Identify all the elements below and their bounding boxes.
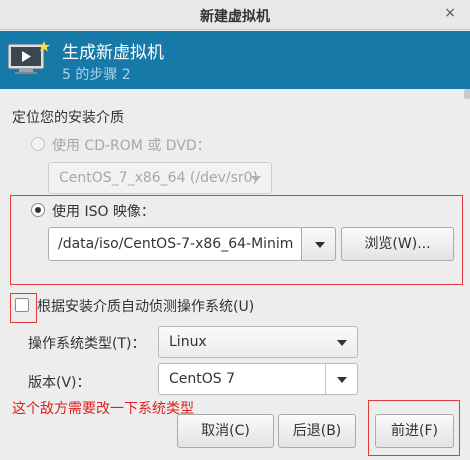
banner-step: 5 的步骤 2 <box>62 67 131 83</box>
forward-button[interactable]: 前进(F) <box>375 414 454 448</box>
os-type-label: 操作系统类型(T)： <box>28 336 146 352</box>
auto-detect-checkbox[interactable] <box>15 298 29 312</box>
auto-detect-label: 根据安装介质自动侦测操作系统(U) <box>37 299 255 315</box>
iso-radio[interactable] <box>31 203 45 217</box>
scrollbar[interactable] <box>464 89 470 99</box>
iso-radio-label: 使用 ISO 映像： <box>52 204 155 220</box>
chevron-down-icon <box>315 242 325 248</box>
cdrom-radio-label: 使用 CD-ROM 或 DVD： <box>52 138 211 154</box>
window-titlebar: 新建虚拟机 × <box>0 0 470 30</box>
os-type-value: Linux <box>169 334 207 350</box>
os-type-select[interactable]: Linux <box>158 326 358 358</box>
install-media-heading: 定位您的安装介质 <box>12 110 124 126</box>
chevron-down-icon <box>337 377 347 383</box>
close-icon[interactable]: × <box>444 5 456 21</box>
cdrom-device-select[interactable]: CentOS_7_x86_64 (/dev/sr0) <box>48 162 272 194</box>
banner-title: 生成新虚拟机 <box>62 43 164 63</box>
combo-separator <box>325 364 326 394</box>
cancel-button[interactable]: 取消(C) <box>177 414 274 448</box>
browse-button[interactable]: 浏览(W)... <box>341 227 454 261</box>
chevron-down-icon <box>337 340 347 346</box>
window-title: 新建虚拟机 <box>200 9 270 25</box>
os-version-value: CentOS 7 <box>169 371 236 387</box>
os-version-label: 版本(V)： <box>28 375 91 391</box>
annotation-text: 这个敌方需要改一下系统类型 <box>12 401 194 417</box>
cdrom-device-value: CentOS_7_x86_64 (/dev/sr0) <box>59 170 259 186</box>
iso-history-dropdown-button[interactable] <box>301 227 336 261</box>
os-version-select[interactable]: CentOS 7 <box>158 363 358 395</box>
wizard-banner: 生成新虚拟机 5 的步骤 2 <box>0 31 470 89</box>
cdrom-radio[interactable] <box>31 137 45 151</box>
chevron-down-icon <box>251 176 261 182</box>
back-button[interactable]: 后退(B) <box>278 414 356 448</box>
iso-path-input[interactable] <box>58 234 294 254</box>
iso-path-field[interactable] <box>48 227 302 261</box>
monitor-play-icon <box>7 41 50 74</box>
